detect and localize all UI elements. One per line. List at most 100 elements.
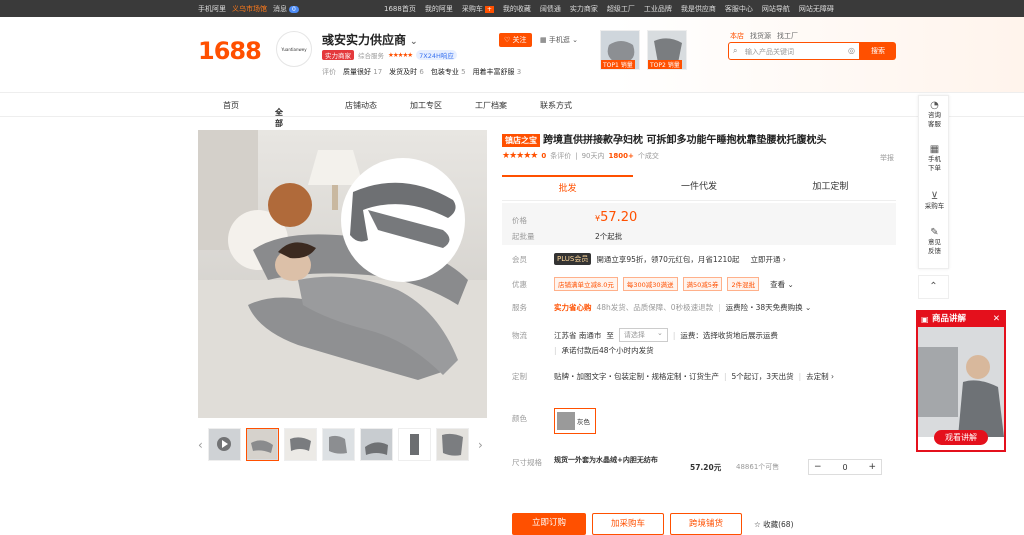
view-coupons-link[interactable]: 查看 ⌄: [770, 279, 794, 290]
size-stock: 48861个可售: [736, 463, 780, 471]
search-placeholder: 输入产品关键词: [745, 48, 794, 56]
top2-product-thumb[interactable]: TOP2 销量: [647, 30, 687, 70]
nav-factory-profile[interactable]: 工厂档案: [475, 100, 507, 111]
minus-icon[interactable]: −: [814, 462, 822, 472]
color-option-gray[interactable]: 灰色: [554, 408, 596, 434]
sidebar-item-mobile-order[interactable]: ▦ 手机下单: [919, 145, 950, 173]
image-thumb[interactable]: [322, 428, 355, 461]
top-link-accessibility[interactable]: 网站无障碍: [799, 4, 834, 14]
close-icon[interactable]: ✕: [993, 312, 1000, 327]
image-thumb[interactable]: [284, 428, 317, 461]
top-link-nav[interactable]: 网站导航: [762, 4, 790, 14]
top-link-strength[interactable]: 实力商家: [570, 4, 598, 14]
mobile-alibaba-link[interactable]: 手机阿里: [198, 4, 226, 14]
chevron-down-icon: ⌄: [657, 329, 663, 337]
floating-sidebar: ◔ 咨询客服 ▦ 手机下单 ⊻ 采购车 ✎ 意见反馈: [918, 95, 949, 269]
reviews-count[interactable]: 0: [541, 152, 546, 160]
price-box: 价格 ¥57.20 起批量 2个起批: [502, 203, 896, 245]
message-count-badge: 0: [289, 6, 299, 13]
coupon-tag[interactable]: 2件混批: [727, 277, 760, 291]
sidebar-item-service[interactable]: ◔ 咨询客服: [919, 101, 950, 129]
search-button[interactable]: 搜索: [860, 42, 896, 60]
image-thumb[interactable]: [360, 428, 393, 461]
pillow-thumb-image: [323, 429, 354, 460]
coupon-tag[interactable]: 满50减5券: [682, 277, 723, 291]
favorite-button[interactable]: ☆ 收藏(68): [754, 519, 794, 530]
purchase-mode-tabs: 批发 一件代发 加工定制: [502, 175, 896, 201]
top-link-credit[interactable]: 阔债通: [540, 4, 561, 14]
freight-insurance-link[interactable]: 运费险・38天免费购换 ⌄: [726, 302, 812, 313]
tab-wholesale[interactable]: 批发: [502, 175, 634, 200]
site-logo[interactable]: 1688: [198, 37, 262, 65]
image-thumb[interactable]: [246, 428, 279, 461]
sales-count: 1800+: [608, 152, 634, 160]
coupon-tag[interactable]: 店铺满单立减8.0元: [554, 277, 618, 291]
pillow-thumb-image: [361, 429, 392, 460]
custom-link[interactable]: 去定制 ›: [806, 371, 834, 382]
strength-merchant-badge: 实力商家: [322, 50, 354, 60]
pillow-thumb-image: [399, 429, 430, 460]
shop-name[interactable]: 彧安实力供应商 ⌄: [322, 31, 418, 48]
tab-dropship[interactable]: 一件代发: [633, 175, 764, 200]
camera-icon[interactable]: ◎: [848, 46, 855, 55]
nav-news[interactable]: 店铺动态: [345, 100, 377, 111]
explain-video[interactable]: [918, 327, 1004, 437]
search-input[interactable]: ⌕ 输入产品关键词 ◎: [728, 42, 860, 60]
pillow-thumb-image: [285, 429, 316, 460]
video-thumb[interactable]: [208, 428, 241, 461]
product-explain-widget[interactable]: ▣ 商品讲解 ✕ 观看讲解: [916, 310, 1006, 452]
sidebar-item-cart[interactable]: ⊻ 采购车: [919, 192, 950, 211]
chevron-left-icon[interactable]: ‹: [198, 438, 203, 452]
top-link-supplier[interactable]: 我是供应商: [681, 4, 716, 14]
top-link-my-alibaba[interactable]: 我的阿里: [425, 4, 453, 14]
main-product-image[interactable]: [198, 130, 487, 418]
plus-icon[interactable]: +: [868, 462, 876, 472]
service-stars: ★★★★★: [388, 51, 413, 59]
follow-button[interactable]: ♡ 关注: [499, 33, 532, 47]
search-tab-store[interactable]: 本店: [730, 31, 744, 41]
pillow-thumb-image: [437, 429, 468, 460]
search-tab-factory[interactable]: 找工厂: [777, 31, 798, 41]
cross-border-button[interactable]: 跨境铺货: [670, 513, 742, 535]
top-link-service[interactable]: 客服中心: [725, 4, 753, 14]
logistics-label: 物流: [512, 330, 527, 340]
report-link[interactable]: 举报: [880, 153, 894, 163]
top-link-cart[interactable]: 采购车 +: [462, 4, 494, 14]
nav-home[interactable]: 首页: [223, 100, 239, 111]
video-play-icon: [209, 429, 240, 460]
back-to-top-button[interactable]: ⌃: [918, 275, 949, 299]
quantity-stepper[interactable]: − 0 +: [808, 459, 882, 475]
service-highlight[interactable]: 实力省心购: [554, 302, 592, 313]
image-thumb[interactable]: [436, 428, 469, 461]
member-text: 開通立享95折，领70元红包，月省1210起: [596, 254, 740, 264]
destination-select[interactable]: 请选择 ⌄: [618, 328, 668, 342]
top-link-home[interactable]: 1688首页: [384, 4, 416, 14]
tab-custom[interactable]: 加工定制: [765, 175, 896, 200]
color-value: 灰色: [577, 418, 590, 426]
member-open-link[interactable]: 立即开通 ›: [751, 254, 786, 265]
chevron-right-icon[interactable]: ›: [478, 438, 483, 452]
buy-now-button[interactable]: 立即订购: [512, 513, 586, 535]
rating-label: 评价: [322, 68, 336, 76]
quantity-value[interactable]: 0: [842, 463, 847, 472]
coupon-tag[interactable]: 每300减30满送: [622, 277, 678, 291]
mobile-store-link[interactable]: ▦ 手机逛 ⌄: [540, 35, 578, 45]
message-link[interactable]: 消息 0: [273, 4, 299, 14]
add-to-cart-button[interactable]: 加采购车: [592, 513, 664, 535]
nav-processing[interactable]: 加工专区: [410, 100, 442, 111]
watch-explain-button[interactable]: 观看讲解: [934, 430, 988, 445]
search-tab-source[interactable]: 找货源: [750, 31, 771, 41]
market-link[interactable]: 义乌市场馆: [232, 4, 267, 14]
reviews-label: 条评价: [550, 152, 572, 160]
image-thumb[interactable]: [398, 428, 431, 461]
top-link-factory[interactable]: 超级工厂: [607, 4, 635, 14]
qr-icon: ▦: [929, 144, 940, 155]
nav-contact[interactable]: 联系方式: [540, 100, 572, 111]
service-label: 服务: [512, 302, 527, 312]
top-link-favorites[interactable]: 我的收藏: [503, 4, 531, 14]
plus-member-badge: PLUS会员: [554, 253, 592, 265]
sidebar-item-feedback[interactable]: ✎ 意见反馈: [919, 228, 950, 256]
top1-product-thumb[interactable]: TOP1 销量: [600, 30, 640, 70]
top-link-industrial[interactable]: 工业品牌: [644, 4, 672, 14]
shop-logo[interactable]: Yuantianwey: [276, 31, 312, 67]
